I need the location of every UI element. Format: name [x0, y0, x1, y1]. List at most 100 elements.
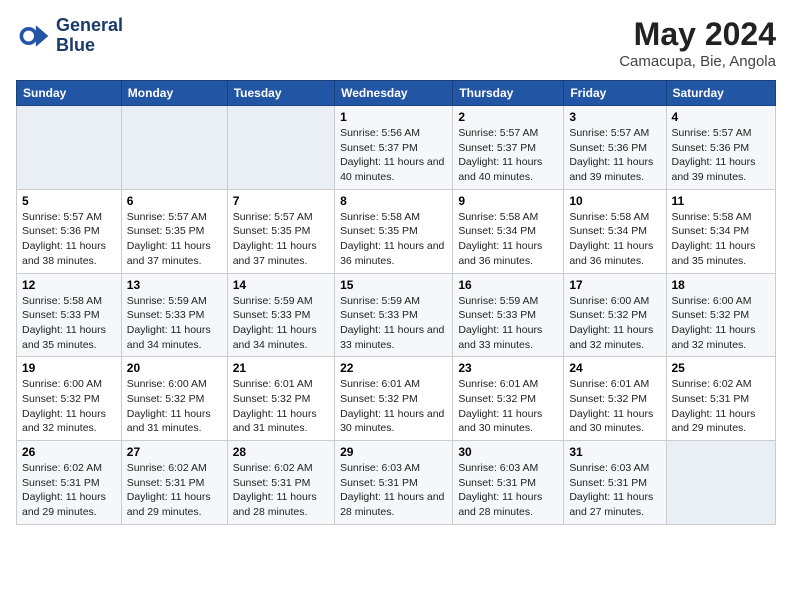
calendar-cell	[17, 106, 122, 190]
calendar-cell: 5 Sunrise: 5:57 AM Sunset: 5:36 PM Daylig…	[17, 189, 122, 273]
day-number: 12	[22, 278, 116, 292]
calendar-cell: 11 Sunrise: 5:58 AM Sunset: 5:34 PM Dayli…	[666, 189, 776, 273]
day-number: 15	[340, 278, 447, 292]
day-info: Sunrise: 5:59 AM Sunset: 5:33 PM Dayligh…	[340, 294, 447, 353]
day-number: 11	[672, 194, 771, 208]
day-header-thursday: Thursday	[453, 81, 564, 106]
day-info: Sunrise: 5:57 AM Sunset: 5:35 PM Dayligh…	[233, 210, 329, 269]
day-number: 9	[458, 194, 558, 208]
calendar-cell: 22Sunrise: 6:01 AM Sunset: 5:32 PM Dayli…	[335, 357, 453, 441]
day-number: 17	[569, 278, 660, 292]
day-info: Sunrise: 5:59 AM Sunset: 5:33 PM Dayligh…	[127, 294, 222, 353]
calendar-cell: 19 Sunrise: 6:00 AM Sunset: 5:32 PM Dayli…	[17, 357, 122, 441]
day-info: Sunrise: 6:00 AM Sunset: 5:32 PM Dayligh…	[22, 377, 116, 436]
calendar-cell: 12 Sunrise: 5:58 AM Sunset: 5:33 PM Dayli…	[17, 273, 122, 357]
calendar-cell: 16Sunrise: 5:59 AM Sunset: 5:33 PM Dayli…	[453, 273, 564, 357]
subtitle: Camacupa, Bie, Angola	[619, 53, 776, 70]
day-info: Sunrise: 5:57 AM Sunset: 5:36 PM Dayligh…	[22, 210, 116, 269]
day-number: 3	[569, 110, 660, 124]
day-info: Sunrise: 6:02 AM Sunset: 5:31 PM Dayligh…	[672, 377, 771, 436]
day-number: 19	[22, 361, 116, 375]
calendar-cell: 18 Sunrise: 6:00 AM Sunset: 5:32 PM Dayli…	[666, 273, 776, 357]
day-number: 28	[233, 445, 329, 459]
day-number: 10	[569, 194, 660, 208]
page-header: General Blue May 2024 Camacupa, Bie, Ang…	[16, 16, 776, 70]
day-info: Sunrise: 6:03 AM Sunset: 5:31 PM Dayligh…	[458, 461, 558, 520]
day-info: Sunrise: 5:57 AM Sunset: 5:36 PM Dayligh…	[672, 126, 771, 185]
day-number: 26	[22, 445, 116, 459]
day-number: 24	[569, 361, 660, 375]
week-row-1: 1Sunrise: 5:56 AM Sunset: 5:37 PM Daylig…	[17, 106, 776, 190]
day-info: Sunrise: 6:02 AM Sunset: 5:31 PM Dayligh…	[233, 461, 329, 520]
day-number: 14	[233, 278, 329, 292]
day-info: Sunrise: 6:02 AM Sunset: 5:31 PM Dayligh…	[22, 461, 116, 520]
day-info: Sunrise: 6:02 AM Sunset: 5:31 PM Dayligh…	[127, 461, 222, 520]
day-info: Sunrise: 6:03 AM Sunset: 5:31 PM Dayligh…	[569, 461, 660, 520]
logo-line2: Blue	[56, 36, 123, 56]
day-info: Sunrise: 6:01 AM Sunset: 5:32 PM Dayligh…	[569, 377, 660, 436]
logo-text: General Blue	[56, 16, 123, 56]
day-number: 29	[340, 445, 447, 459]
calendar-cell: 29 Sunrise: 6:03 AM Sunset: 5:31 PM Dayli…	[335, 441, 453, 525]
day-info: Sunrise: 5:58 AM Sunset: 5:34 PM Dayligh…	[672, 210, 771, 269]
day-info: Sunrise: 5:59 AM Sunset: 5:33 PM Dayligh…	[458, 294, 558, 353]
calendar-cell	[227, 106, 334, 190]
day-info: Sunrise: 5:59 AM Sunset: 5:33 PM Dayligh…	[233, 294, 329, 353]
logo: General Blue	[16, 16, 123, 56]
day-number: 21	[233, 361, 329, 375]
day-info: Sunrise: 6:00 AM Sunset: 5:32 PM Dayligh…	[672, 294, 771, 353]
day-number: 4	[672, 110, 771, 124]
week-row-2: 5 Sunrise: 5:57 AM Sunset: 5:36 PM Daylig…	[17, 189, 776, 273]
calendar-cell: 8 Sunrise: 5:58 AM Sunset: 5:35 PM Daylig…	[335, 189, 453, 273]
day-header-friday: Friday	[564, 81, 666, 106]
day-header-tuesday: Tuesday	[227, 81, 334, 106]
calendar-cell: 24 Sunrise: 6:01 AM Sunset: 5:32 PM Dayli…	[564, 357, 666, 441]
calendar-cell: 13 Sunrise: 5:59 AM Sunset: 5:33 PM Dayli…	[121, 273, 227, 357]
logo-line1: General	[56, 16, 123, 36]
calendar-cell: 9 Sunrise: 5:58 AM Sunset: 5:34 PM Daylig…	[453, 189, 564, 273]
calendar-cell: 6 Sunrise: 5:57 AM Sunset: 5:35 PM Daylig…	[121, 189, 227, 273]
logo-icon	[16, 18, 52, 54]
day-number: 22	[340, 361, 447, 375]
week-row-4: 19 Sunrise: 6:00 AM Sunset: 5:32 PM Dayli…	[17, 357, 776, 441]
calendar-cell: 23 Sunrise: 6:01 AM Sunset: 5:32 PM Dayli…	[453, 357, 564, 441]
calendar-cell: 21 Sunrise: 6:01 AM Sunset: 5:32 PM Dayli…	[227, 357, 334, 441]
calendar-cell	[121, 106, 227, 190]
day-number: 7	[233, 194, 329, 208]
calendar-cell: 28 Sunrise: 6:02 AM Sunset: 5:31 PM Dayli…	[227, 441, 334, 525]
day-number: 18	[672, 278, 771, 292]
calendar-table: SundayMondayTuesdayWednesdayThursdayFrid…	[16, 80, 776, 525]
day-info: Sunrise: 5:58 AM Sunset: 5:33 PM Dayligh…	[22, 294, 116, 353]
day-info: Sunrise: 6:00 AM Sunset: 5:32 PM Dayligh…	[569, 294, 660, 353]
day-info: Sunrise: 5:57 AM Sunset: 5:37 PM Dayligh…	[458, 126, 558, 185]
calendar-cell: 15 Sunrise: 5:59 AM Sunset: 5:33 PM Dayli…	[335, 273, 453, 357]
day-number: 6	[127, 194, 222, 208]
day-number: 27	[127, 445, 222, 459]
day-info: Sunrise: 6:01 AM Sunset: 5:32 PM Dayligh…	[458, 377, 558, 436]
day-info: Sunrise: 6:03 AM Sunset: 5:31 PM Dayligh…	[340, 461, 447, 520]
day-header-wednesday: Wednesday	[335, 81, 453, 106]
calendar-cell: 2 Sunrise: 5:57 AM Sunset: 5:37 PM Daylig…	[453, 106, 564, 190]
day-info: Sunrise: 5:57 AM Sunset: 5:35 PM Dayligh…	[127, 210, 222, 269]
calendar-cell: 30 Sunrise: 6:03 AM Sunset: 5:31 PM Dayli…	[453, 441, 564, 525]
calendar-cell: 20Sunrise: 6:00 AM Sunset: 5:32 PM Dayli…	[121, 357, 227, 441]
day-number: 13	[127, 278, 222, 292]
day-number: 25	[672, 361, 771, 375]
day-info: Sunrise: 5:58 AM Sunset: 5:34 PM Dayligh…	[458, 210, 558, 269]
calendar-cell: 7 Sunrise: 5:57 AM Sunset: 5:35 PM Daylig…	[227, 189, 334, 273]
calendar-cell: 3 Sunrise: 5:57 AM Sunset: 5:36 PM Daylig…	[564, 106, 666, 190]
main-title: May 2024	[619, 16, 776, 53]
day-number: 23	[458, 361, 558, 375]
day-header-saturday: Saturday	[666, 81, 776, 106]
day-header-monday: Monday	[121, 81, 227, 106]
day-number: 31	[569, 445, 660, 459]
day-number: 8	[340, 194, 447, 208]
day-number: 2	[458, 110, 558, 124]
day-info: Sunrise: 6:01 AM Sunset: 5:32 PM Dayligh…	[233, 377, 329, 436]
day-number: 30	[458, 445, 558, 459]
calendar-cell: 26 Sunrise: 6:02 AM Sunset: 5:31 PM Dayli…	[17, 441, 122, 525]
day-number: 1	[340, 110, 447, 124]
day-info: Sunrise: 5:58 AM Sunset: 5:35 PM Dayligh…	[340, 210, 447, 269]
day-info: Sunrise: 5:57 AM Sunset: 5:36 PM Dayligh…	[569, 126, 660, 185]
day-number: 5	[22, 194, 116, 208]
